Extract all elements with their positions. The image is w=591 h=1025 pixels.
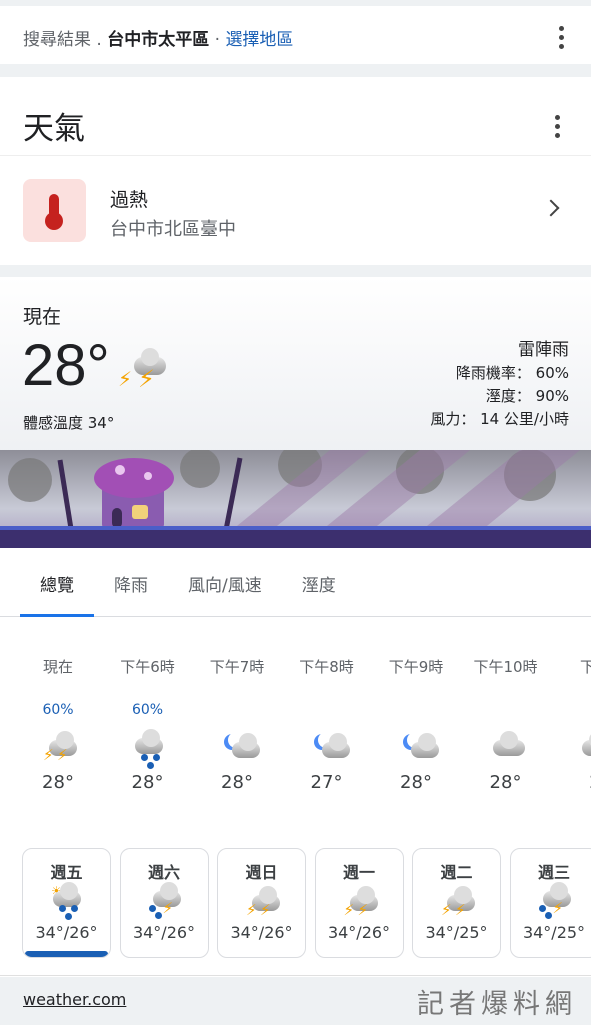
day-temp-range: 34°/25° [413,923,500,942]
day-name: 週二 [413,859,500,883]
weather-card: 天氣 過熱 台中市北區臺中 [0,77,591,265]
hour-time: 下午 [550,652,591,702]
more-options-icon[interactable] [555,115,561,138]
breadcrumb: 搜尋結果 . 台中市太平區 · 選擇地區 [23,25,293,50]
change-location-link[interactable]: 選擇地區 [225,30,293,50]
search-header: 搜尋結果 . 台中市太平區 · 選擇地區 [0,6,591,64]
day-card[interactable]: 週二⚡⚡34°/25° [412,848,501,958]
thermometer-icon [23,179,86,242]
hour-temp: 27° [282,772,372,793]
day-card[interactable]: 週日⚡⚡34°/26° [217,848,306,958]
day-temp-range: 34°/26° [316,923,403,942]
source-link[interactable]: weather.com [23,990,126,1009]
precip-chance: 降雨機率： 60% [430,362,569,385]
cloudy-icon [461,728,551,772]
humidity: 溼度： 90% [430,385,569,408]
day-temp-range: 34°/25° [511,923,591,942]
day-name: 週一 [316,859,403,883]
weather-illustration [0,450,591,548]
alert-title: 過熱 [110,185,148,212]
thunderstorm-icon: ⚡⚡ [316,883,403,923]
alert-area: 台中市北區臺中 [110,215,236,241]
hour-item: 下午7時 28° [192,652,282,793]
current-weather: 現在 28° ⚡⚡ 體感溫度 34° 雷陣雨 降雨機率： 60% 溼度： 90%… [0,277,591,977]
day-card[interactable]: 週五☀34°/26° [22,848,111,958]
footer: weather.com 記者爆料網 [0,975,591,1025]
day-name: 週六 [121,859,208,883]
thunderstorm-icon: ⚡⚡ [413,883,500,923]
hour-item: 下午6時60% 28° [103,652,193,793]
feels-like: 體感溫度 34° [23,412,114,433]
thunderstorm-icon: ⚡⚡ [218,883,305,923]
cloudy-icon [550,728,591,772]
hour-item: 下午9時 28° [371,652,461,793]
hour-temp: 28° [13,772,103,793]
tab-precipitation[interactable]: 降雨 [94,557,168,617]
thunderstorm-icon: ⚡⚡ [118,343,168,393]
chevron-right-icon[interactable] [543,200,560,217]
rain-icon [103,728,193,772]
tab-overview[interactable]: 總覽 [20,557,94,617]
hour-time: 現在 [13,652,103,702]
hour-item: 下午 2 [550,652,591,793]
hour-temp: 2 [550,772,591,793]
partly-cloudy-night-icon [371,728,461,772]
hour-item: 下午8時 27° [282,652,372,793]
thunder-rain-icon: ⚡ [121,883,208,923]
page-title: 天氣 [23,103,85,148]
current-temp: 28° [22,332,110,399]
condition-details: 雷陣雨 降雨機率： 60% 溼度： 90% 風力： 14 公里/小時 [430,339,569,431]
now-label: 現在 [23,302,61,329]
wind: 風力： 14 公里/小時 [430,408,569,431]
search-prefix: 搜尋結果 . [23,30,102,50]
hour-precip [371,702,461,728]
day-name: 週五 [23,859,110,883]
hour-time: 下午6時 [103,652,193,702]
day-temp-range: 34°/26° [121,923,208,942]
condition: 雷陣雨 [518,340,569,360]
hour-precip [282,702,372,728]
day-card[interactable]: 週六⚡34°/26° [120,848,209,958]
hour-temp: 28° [192,772,282,793]
day-name: 週日 [218,859,305,883]
day-card[interactable]: 週一⚡⚡34°/26° [315,848,404,958]
hour-item: 現在60%⚡⚡28° [13,652,103,793]
location-name: 台中市太平區 [107,30,209,50]
thunderstorm-icon: ⚡⚡ [13,728,103,772]
hour-temp: 28° [461,772,551,793]
rain-sun-icon: ☀ [23,883,110,923]
hour-precip [192,702,282,728]
hour-precip [461,702,551,728]
weather-tabs: 總覽 降雨 風向/風速 溼度 [0,557,591,617]
hour-item: 下午10時 28° [461,652,551,793]
partly-cloudy-night-icon [282,728,372,772]
hour-time: 下午7時 [192,652,282,702]
separator: · [209,30,225,50]
hour-time: 下午9時 [371,652,461,702]
hour-precip [550,702,591,728]
partly-cloudy-night-icon [192,728,282,772]
hour-time: 下午8時 [282,652,372,702]
watermark: 記者爆料網 [417,982,577,1021]
hour-time: 下午10時 [461,652,551,702]
hour-precip: 60% [103,702,193,728]
day-temp-range: 34°/26° [23,923,110,942]
day-card[interactable]: 週三⚡34°/25° [510,848,591,958]
hour-temp: 28° [103,772,193,793]
hour-precip: 60% [13,702,103,728]
hourly-forecast[interactable]: 現在60%⚡⚡28°下午6時60%28°下午7時28°下午8時27°下午9時28… [0,652,591,802]
day-name: 週三 [511,859,591,883]
more-options-icon[interactable] [559,26,565,49]
day-temp-range: 34°/26° [218,923,305,942]
divider [0,155,591,156]
tab-wind[interactable]: 風向/風速 [168,557,282,617]
hour-temp: 28° [371,772,461,793]
tab-humidity[interactable]: 溼度 [282,557,356,617]
thunder-rain-icon: ⚡ [511,883,591,923]
